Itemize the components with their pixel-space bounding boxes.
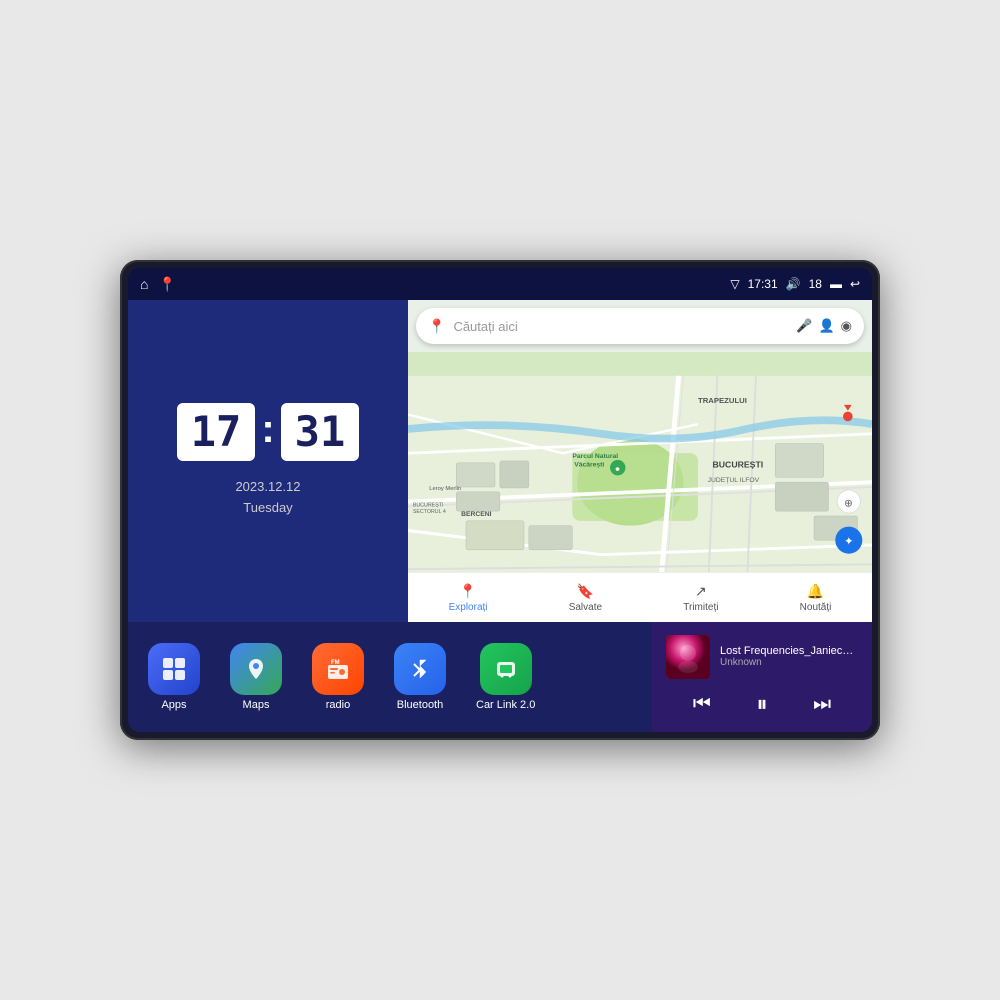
svg-text:FM: FM: [331, 660, 340, 666]
music-title: Lost Frequencies_Janieck Devy-...: [720, 645, 858, 657]
top-row: 17 : 31 2023.12.12 Tuesday 📍 Căutați aic…: [128, 300, 872, 622]
status-time: 17:31: [748, 277, 778, 291]
music-controls: ⏮ ⏸ ⏭: [666, 689, 858, 720]
svg-text:⊕: ⊕: [844, 497, 853, 509]
music-artist: Unknown: [720, 657, 858, 668]
clock-hours: 17: [177, 403, 256, 461]
music-info: Lost Frequencies_Janieck Devy-... Unknow…: [720, 645, 858, 668]
map-area[interactable]: 📍 Căutați aici 🎤 👤 ◉: [408, 300, 872, 622]
svg-text:Leroy Merlin: Leroy Merlin: [429, 486, 461, 492]
svg-text:Parcul Natural: Parcul Natural: [572, 453, 618, 460]
clock-widget: 17 : 31 2023.12.12 Tuesday: [128, 300, 408, 622]
app-item-maps[interactable]: Maps: [230, 643, 282, 711]
signal-icon: ▽: [730, 277, 739, 291]
next-button[interactable]: ⏭: [805, 689, 839, 720]
apps-icon: [148, 643, 200, 695]
maps-icon: [230, 643, 282, 695]
radio-icon: FM: [312, 643, 364, 695]
map-bottom-nav: 📍 Explorați 🔖 Salvate ↗ Trimiteți 🔔: [408, 572, 872, 622]
music-player: Lost Frequencies_Janieck Devy-... Unknow…: [652, 622, 872, 732]
app-item-carlink[interactable]: Car Link 2.0: [476, 643, 535, 711]
mic-icon[interactable]: 🎤: [796, 318, 812, 334]
map-nav-share[interactable]: ↗ Trimiteți: [683, 583, 718, 613]
svg-text:BUCUREȘTI: BUCUREȘTI: [713, 460, 764, 470]
music-art: [666, 635, 710, 679]
bluetooth-icon-svg: [406, 655, 434, 683]
layers-icon[interactable]: ◉: [841, 318, 852, 334]
carlink-icon-svg: [492, 655, 520, 683]
map-nav-saved-label: Salvate: [569, 602, 602, 613]
status-right-info: ▽ 17:31 🔊 18 ▬ ↩: [730, 277, 860, 291]
car-head-unit: ⌂ 📍 ▽ 17:31 🔊 18 ▬ ↩ 17 :: [120, 260, 880, 740]
map-search-input[interactable]: Căutați aici: [453, 319, 788, 334]
svg-text:●: ●: [615, 464, 620, 474]
map-nav-share-label: Trimiteți: [683, 602, 718, 613]
svg-text:BERCENI: BERCENI: [461, 511, 492, 518]
map-nav-explore[interactable]: 📍 Explorați: [449, 583, 488, 613]
map-pin-icon: 📍: [428, 318, 445, 335]
app-item-bluetooth[interactable]: Bluetooth: [394, 643, 446, 711]
clock-display: 17 : 31: [177, 403, 359, 461]
status-left-icons: ⌂ 📍: [140, 276, 176, 293]
radio-label: radio: [326, 699, 350, 711]
share-icon: ↗: [695, 583, 707, 600]
main-content: 17 : 31 2023.12.12 Tuesday 📍 Căutați aic…: [128, 300, 872, 732]
prev-button[interactable]: ⏮: [685, 689, 719, 720]
apps-grid: Apps Maps: [128, 622, 652, 732]
music-top: Lost Frequencies_Janieck Devy-... Unknow…: [666, 635, 858, 679]
volume-icon: 🔊: [786, 277, 801, 291]
device-screen: ⌂ 📍 ▽ 17:31 🔊 18 ▬ ↩ 17 :: [128, 268, 872, 732]
svg-text:✦: ✦: [844, 535, 854, 548]
radio-icon-svg: FM: [324, 655, 352, 683]
battery-level: 18: [809, 277, 822, 291]
bluetooth-label: Bluetooth: [397, 699, 443, 711]
avatar-icon[interactable]: 👤: [818, 318, 834, 334]
map-search-right-icons: 🎤 👤 ◉: [796, 318, 852, 334]
svg-text:Văcărești: Văcărești: [574, 462, 604, 469]
clock-colon: :: [261, 407, 274, 452]
back-icon[interactable]: ↩: [850, 277, 860, 291]
explore-icon: 📍: [459, 583, 476, 600]
maps-status-icon[interactable]: 📍: [158, 276, 175, 293]
map-search-bar[interactable]: 📍 Căutați aici 🎤 👤 ◉: [416, 308, 864, 344]
home-icon[interactable]: ⌂: [140, 276, 148, 292]
map-nav-news[interactable]: 🔔 Noutăți: [800, 583, 832, 613]
maps-icon-svg: [242, 655, 270, 683]
status-bar: ⌂ 📍 ▽ 17:31 🔊 18 ▬ ↩: [128, 268, 872, 300]
carlink-label: Car Link 2.0: [476, 699, 535, 711]
map-nav-saved[interactable]: 🔖 Salvate: [569, 583, 602, 613]
svg-text:JUDEȚUL ILFOV: JUDEȚUL ILFOV: [708, 477, 760, 484]
svg-text:BUCUREȘTI: BUCUREȘTI: [413, 502, 444, 508]
apps-grid-icon: [160, 655, 188, 683]
app-item-apps[interactable]: Apps: [148, 643, 200, 711]
carlink-icon: [480, 643, 532, 695]
bottom-row: Apps Maps: [128, 622, 872, 732]
clock-date: 2023.12.12 Tuesday: [235, 477, 300, 519]
map-nav-explore-label: Explorați: [449, 602, 488, 613]
battery-icon: ▬: [830, 277, 842, 291]
maps-label: Maps: [243, 699, 270, 711]
apps-label: Apps: [161, 699, 186, 711]
music-thumbnail: [666, 635, 710, 679]
clock-minutes: 31: [281, 403, 360, 461]
play-pause-button[interactable]: ⏸: [756, 691, 767, 717]
svg-text:TRAPEZULUI: TRAPEZULUI: [698, 396, 747, 405]
news-icon: 🔔: [807, 583, 824, 600]
bluetooth-icon: [394, 643, 446, 695]
saved-icon: 🔖: [577, 583, 594, 600]
app-item-radio[interactable]: FM radio: [312, 643, 364, 711]
map-nav-news-label: Noutăți: [800, 602, 832, 613]
svg-text:SECTORUL 4: SECTORUL 4: [413, 509, 446, 515]
